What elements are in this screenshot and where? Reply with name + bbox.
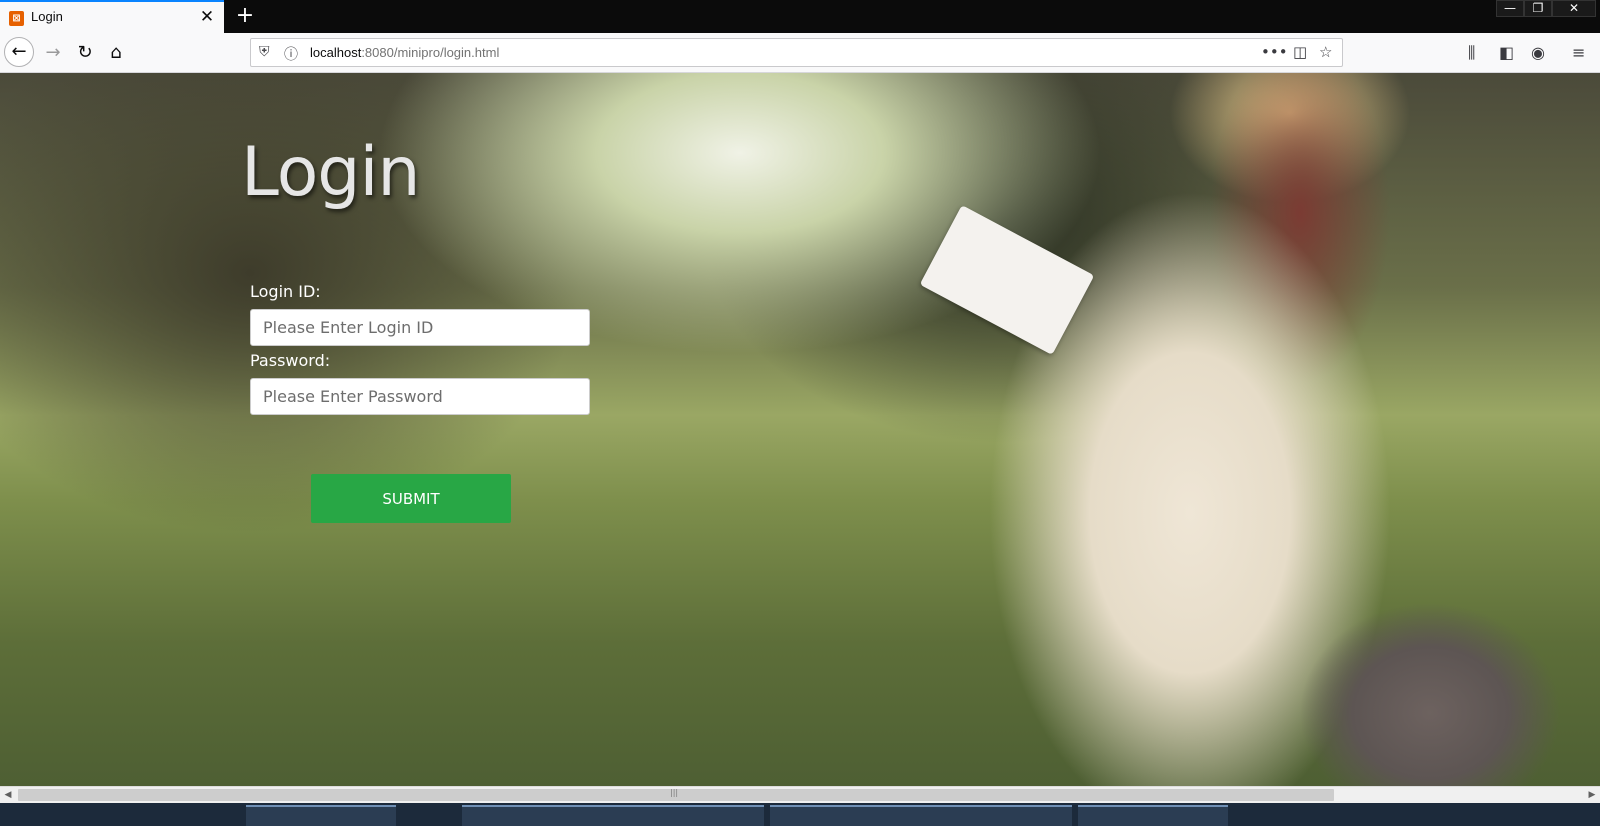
url-path: :8080/minipro/login.html xyxy=(361,45,500,60)
page-content: Login Login ID: Password: SUBMIT xyxy=(0,73,1600,786)
pocket-icon[interactable]: ◫ xyxy=(1293,43,1307,61)
back-arrow-icon[interactable]: ← xyxy=(4,37,34,67)
login-id-label: Login ID: xyxy=(250,282,321,301)
star-icon[interactable]: ☆ xyxy=(1319,43,1332,61)
os-taskbar xyxy=(0,803,1600,826)
shield-icon[interactable]: ⛨ xyxy=(259,44,270,60)
web-favicon-icon: ⊠ xyxy=(9,11,24,26)
tab-login[interactable]: ⊠ Login ✕ xyxy=(0,0,224,33)
scroll-left-icon[interactable]: ◀ xyxy=(0,788,16,803)
library-icon[interactable]: ⫼ xyxy=(1468,43,1475,63)
taskbar-item[interactable] xyxy=(1078,805,1228,826)
submit-button[interactable]: SUBMIT xyxy=(311,474,511,523)
home-icon[interactable]: ⌂ xyxy=(101,38,131,68)
info-icon[interactable]: ⓘ xyxy=(284,44,298,64)
taskbar-item[interactable] xyxy=(920,805,1072,826)
forward-arrow-icon[interactable]: → xyxy=(38,38,68,68)
scroll-grip-icon: ||| xyxy=(670,788,679,797)
browser-navbar: ← → ↻ ⌂ ⛨ ⓘ localhost:8080/minipro/login… xyxy=(0,33,1600,73)
page-title: Login xyxy=(241,133,420,212)
taskbar-item[interactable] xyxy=(462,805,612,826)
password-input[interactable] xyxy=(250,378,590,415)
url-host: localhost xyxy=(310,45,362,60)
horizontal-scrollbar[interactable]: ◀ ||| ▶ xyxy=(0,786,1600,803)
close-window-button[interactable]: ✕ xyxy=(1552,0,1596,17)
account-icon[interactable]: ◉ xyxy=(1531,43,1545,62)
login-id-input[interactable] xyxy=(250,309,590,346)
password-label: Password: xyxy=(250,351,331,370)
menu-icon[interactable]: ≡ xyxy=(1572,43,1585,62)
background-book xyxy=(919,205,1095,355)
sidebar-icon[interactable]: ◧ xyxy=(1499,43,1514,62)
tab-title: Login xyxy=(31,9,63,24)
more-icon[interactable]: ••• xyxy=(1261,43,1288,61)
new-tab-button[interactable]: + xyxy=(232,2,258,30)
scroll-right-icon[interactable]: ▶ xyxy=(1584,788,1600,803)
taskbar-item[interactable] xyxy=(612,805,764,826)
restore-button[interactable]: ❐ xyxy=(1524,0,1552,17)
taskbar-item[interactable] xyxy=(770,805,920,826)
tab-close-icon[interactable]: ✕ xyxy=(198,6,216,28)
browser-titlebar: ⊠ Login ✕ + — ❐ ✕ xyxy=(0,0,1600,33)
url-bar[interactable]: ⛨ ⓘ localhost:8080/minipro/login.html ••… xyxy=(250,38,1343,67)
minimize-button[interactable]: — xyxy=(1496,0,1524,17)
taskbar-item[interactable] xyxy=(246,805,396,826)
reload-icon[interactable]: ↻ xyxy=(70,38,100,68)
url-text[interactable]: localhost:8080/minipro/login.html xyxy=(310,45,499,60)
